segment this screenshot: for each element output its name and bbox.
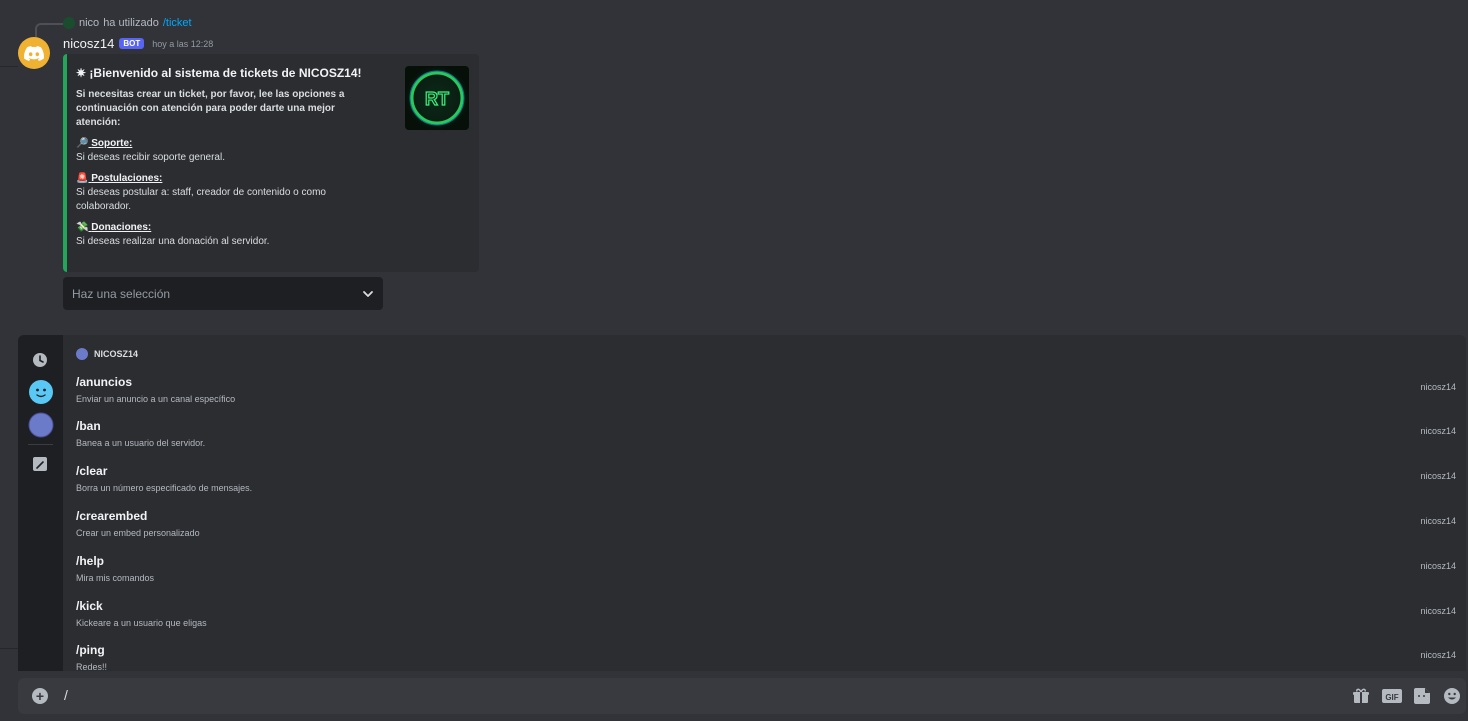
command-item-help[interactable]: /help Mira mis comandos nicosz14 [76,554,1456,598]
field-name: Donaciones: [91,222,152,233]
thumbnail-logo-text: RT [425,89,449,109]
command-description: Redes!! [76,662,108,671]
sparkle-icon: ✷ [76,66,87,80]
message-timestamp: hoy a las 12:28 [152,38,214,49]
reply-avatar [63,17,75,29]
gif-icon[interactable]: GIF [1381,687,1403,710]
embed-field-postulaciones: 🚨 Postulaciones: Si deseas postular a: s… [76,172,467,214]
command-description: Banea a un usuario del servidor. [76,438,206,448]
sidebar-divider [28,444,53,445]
command-description: Kickeare a un usuario que eligas [76,618,207,628]
command-description: Enviar un anuncio a un canal específico [76,394,236,404]
command-item-ping[interactable]: /ping Redes!! nicosz14 [76,643,1456,671]
siren-icon: 🚨 [76,173,89,184]
discord-logo-icon [24,45,44,61]
message-header: nicosz14 BOT hoy a las 12:28 [63,36,213,51]
command-source: nicosz14 [1420,516,1456,526]
command-name: /anuncios [76,375,133,389]
embed-field-soporte: 🔎 Soporte: Si deseas recibir soporte gen… [76,137,467,165]
embed-description: Si necesitas crear un ticket, por favor,… [76,89,345,128]
emoji-icon[interactable] [1443,687,1461,710]
command-source: nicosz14 [1420,606,1456,616]
field-name: Postulaciones: [91,173,163,184]
command-item-ban[interactable]: /ban Banea a un usuario del servidor. ni… [76,419,1456,463]
command-name: /ban [76,419,101,433]
gift-icon[interactable] [1352,687,1370,710]
bot-avatar[interactable] [18,37,50,69]
message-composer: + / GIF [18,678,1466,714]
command-name: /help [76,554,105,568]
command-item-clear[interactable]: /clear Borra un número especificado de m… [76,464,1456,508]
command-autocomplete: NICOSZ14 /anuncios Enviar un anuncio a u… [18,335,1466,671]
reply-username[interactable]: nico [79,17,99,29]
section-title: NICOSZ14 [94,349,139,359]
command-description: Borra un número especificado de mensajes… [76,483,253,493]
bot-badge: BOT [119,38,145,49]
clock-icon[interactable] [28,351,52,374]
embed-thumbnail[interactable]: RT [405,66,469,130]
command-item-crearembed[interactable]: /crearembed Crear un embed personalizado… [76,509,1456,553]
svg-text:GIF: GIF [1385,693,1398,702]
command-source: nicosz14 [1420,561,1456,571]
edit-icon[interactable] [28,456,52,477]
field-value: Si deseas postular a: staff, creador de … [76,187,326,212]
ticket-embed: ✷ ¡Bienvenido al sistema de tickets de N… [63,54,479,272]
select-placeholder: Haz una selección [72,286,171,301]
command-description: Crear un embed personalizado [76,528,200,538]
field-name: Soporte: [91,138,133,149]
sticker-icon[interactable] [1413,687,1431,710]
command-source: nicosz14 [1420,650,1456,660]
reply-connector [35,23,63,37]
command-source: nicosz14 [1420,471,1456,481]
reply-command[interactable]: /ticket [163,17,192,29]
embed-title-text: ¡Bienvenido al sistema de tickets de NIC… [89,66,362,80]
command-name: /kick [76,599,103,613]
field-value: Si deseas recibir soporte general. [76,152,225,163]
command-item-kick[interactable]: /kick Kickeare a un usuario que eligas n… [76,599,1456,643]
autocomplete-section-header: NICOSZ14 [76,348,138,360]
builtin-apps-icon[interactable] [28,379,54,410]
autocomplete-sidebar [18,335,63,671]
magnifier-icon: 🔎 [76,138,89,149]
command-source: nicosz14 [1420,382,1456,392]
message-input[interactable]: / [64,687,68,703]
bot-section-avatar [76,348,88,360]
reply-action: ha utilizado [103,17,159,29]
field-value: Si deseas realizar una donación al servi… [76,236,270,247]
command-description: Mira mis comandos [76,573,155,583]
command-source: nicosz14 [1420,426,1456,436]
command-name: /crearembed [76,509,148,523]
ticket-select[interactable]: Haz una selección [63,277,383,310]
command-item-anuncios[interactable]: /anuncios Enviar un anuncio a un canal e… [76,375,1456,419]
message-username[interactable]: nicosz14 [63,36,114,51]
command-name: /clear [76,464,108,478]
reply-reference[interactable]: nico ha utilizado /ticket [63,17,192,29]
embed-field-donaciones: 💸 Donaciones: Si deseas realizar una don… [76,221,467,249]
command-name: /ping [76,643,105,657]
bot-app-icon[interactable] [28,412,54,443]
add-attachment-button[interactable]: + [32,688,48,704]
chevron-down-icon [363,290,373,297]
money-wings-icon: 💸 [76,222,89,233]
